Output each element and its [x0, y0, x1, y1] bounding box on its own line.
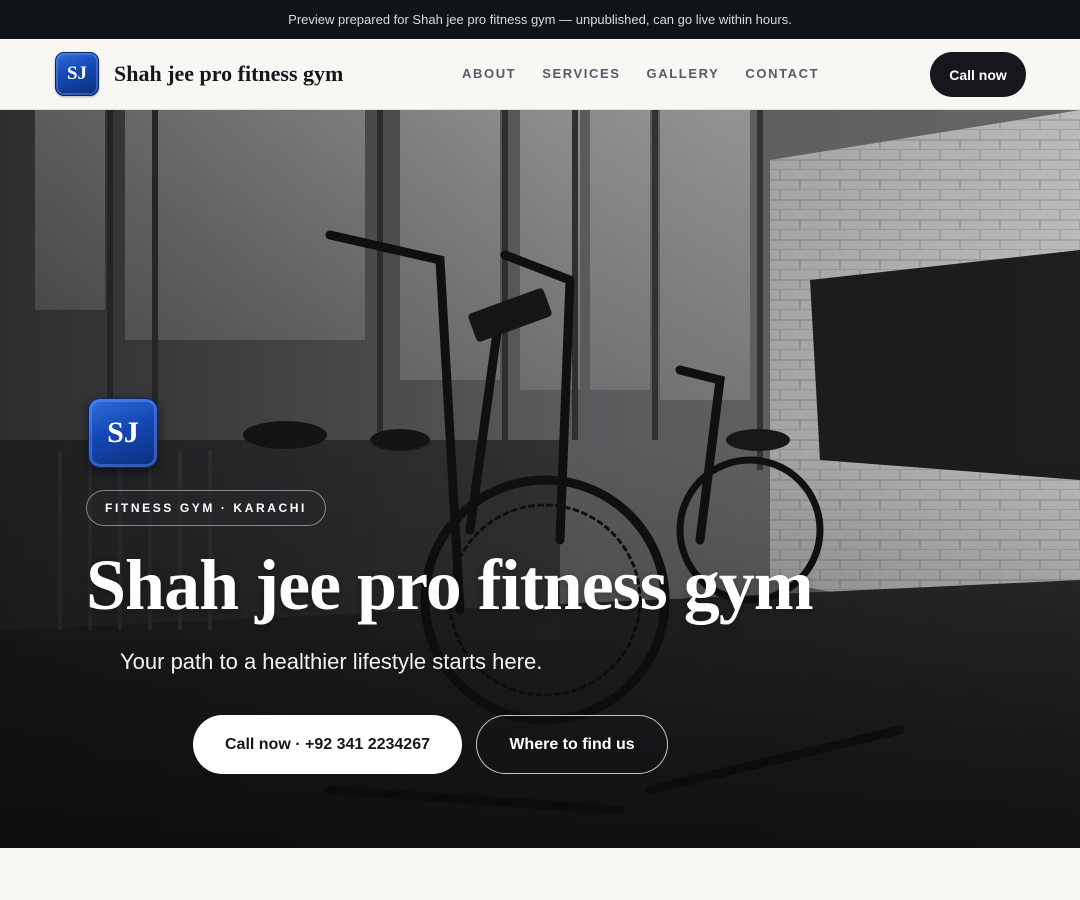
logo-badge[interactable]: SJ — [55, 52, 99, 96]
hero-title: Shah jee pro fitness gym — [86, 545, 814, 625]
hero-subtitle: Your path to a healthier lifestyle start… — [120, 649, 543, 674]
preview-banner-text: Preview prepared for Shah jee pro fitnes… — [288, 12, 792, 27]
nav-link-services[interactable]: SERVICES — [542, 66, 620, 81]
nav-link-contact[interactable]: CONTACT — [745, 66, 819, 81]
find-us-button[interactable]: Where to find us — [476, 715, 668, 774]
call-now-phone-button[interactable]: Call now · +92 341 2234267 — [193, 715, 462, 774]
main-nav: ABOUT SERVICES GALLERY CONTACT — [462, 66, 819, 81]
preview-banner: Preview prepared for Shah jee pro fitnes… — [0, 0, 1080, 39]
site-header: SJ Shah jee pro fitness gym ABOUT SERVIC… — [0, 39, 1080, 110]
nav-link-about[interactable]: ABOUT — [462, 66, 516, 81]
brand-name[interactable]: Shah jee pro fitness gym — [114, 61, 343, 87]
hero-section: SJ FITNESS GYM · KARACHI Shah jee pro fi… — [0, 110, 1080, 848]
hero-logo-badge: SJ — [88, 398, 158, 468]
logo-initials: SJ — [66, 63, 88, 84]
hero-logo-initials: SJ — [107, 416, 139, 449]
nav-link-gallery[interactable]: GALLERY — [647, 66, 720, 81]
header-call-now-button[interactable]: Call now — [930, 52, 1026, 97]
category-location-badge: FITNESS GYM · KARACHI — [86, 490, 326, 526]
